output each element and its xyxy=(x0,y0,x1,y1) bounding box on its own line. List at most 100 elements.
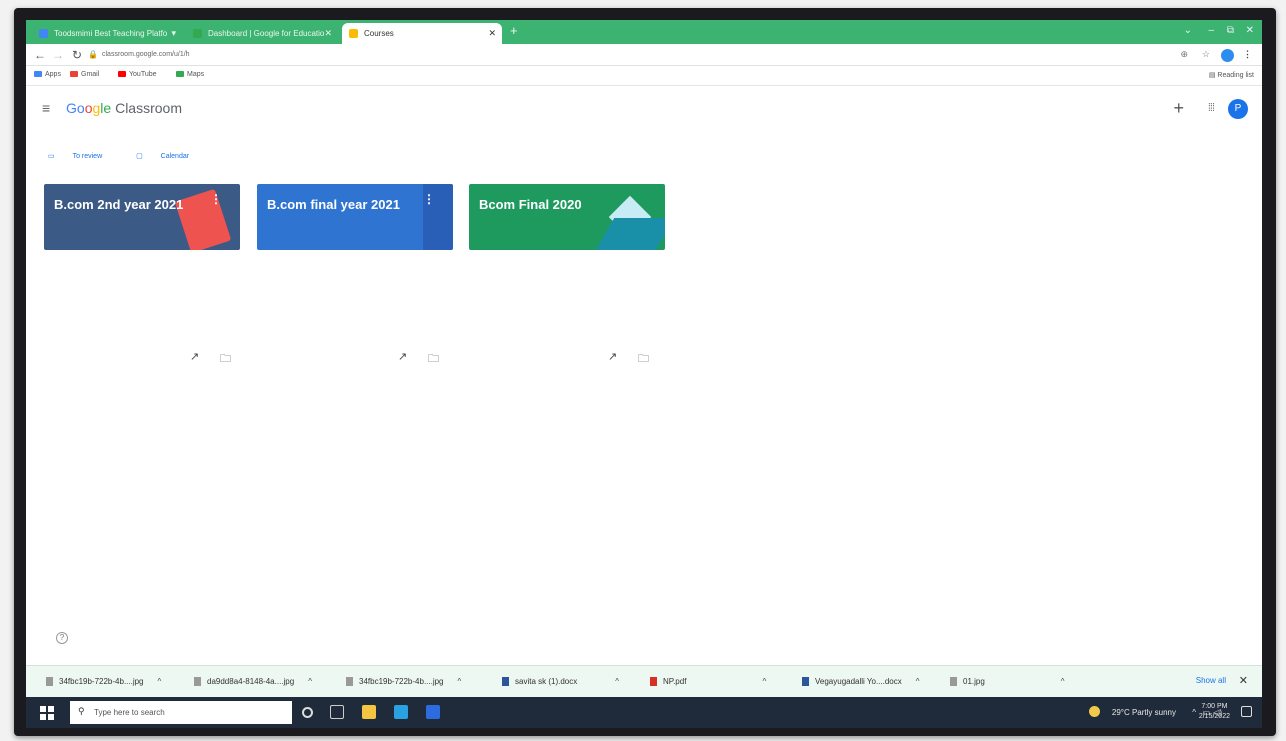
forward-icon[interactable]: → xyxy=(52,48,64,62)
course-card[interactable]: B.com 2nd year 2021 ⋮ xyxy=(44,184,240,250)
word-file-icon xyxy=(802,677,809,687)
logo-part: Go xyxy=(66,100,85,116)
tab-teaching-platform[interactable]: Toodsmimi Best Teaching Platfo ▾ xyxy=(32,23,182,44)
weather-text[interactable]: 29°C Partly sunny xyxy=(1112,708,1176,717)
show-all-button[interactable]: Show all xyxy=(1196,676,1226,685)
chevron-up-icon[interactable]: ^ xyxy=(762,677,766,686)
minimize-icon[interactable]: – xyxy=(1208,25,1214,36)
windows-start-icon[interactable] xyxy=(40,706,54,720)
kebab-menu-icon[interactable]: ⋮ xyxy=(1243,49,1252,60)
bookmark-gmail[interactable]: Gmail xyxy=(70,71,99,78)
download-item[interactable]: savita sk (1).docx ^ xyxy=(502,677,619,687)
download-item[interactable]: Vegayugadalli Yo....docx ^ xyxy=(802,677,920,687)
chevron-up-icon[interactable]: ^ xyxy=(916,677,920,686)
window-close-icon[interactable]: ✕ xyxy=(1246,25,1254,36)
folder-icon[interactable]: 🗀 xyxy=(638,350,649,369)
to-review-link[interactable]: ▭ To review xyxy=(48,153,118,160)
close-downloads-icon[interactable]: ✕ xyxy=(1239,674,1248,687)
create-or-join-class-icon[interactable]: + xyxy=(1173,98,1184,119)
course-title[interactable]: B.com 2nd year 2021 xyxy=(54,197,183,212)
reading-list-label: Reading list xyxy=(1217,72,1254,79)
windows-taskbar: ⚲ Type here to search 29°C Partly sunny … xyxy=(26,697,1262,728)
chevron-up-icon[interactable]: ^ xyxy=(458,677,462,686)
edge-icon[interactable] xyxy=(394,705,408,719)
chevron-up-icon[interactable]: ^ xyxy=(308,677,312,686)
reload-icon[interactable]: ↻ xyxy=(72,48,82,62)
clock-date: 2/15/2022 xyxy=(1198,713,1230,720)
notification-center-icon[interactable] xyxy=(1241,706,1252,717)
course-title[interactable]: B.com final year 2021 xyxy=(267,197,400,212)
file-icon xyxy=(950,677,957,687)
reading-list[interactable]: ▤ Reading list xyxy=(1209,71,1254,79)
your-work-icon[interactable]: ↗ xyxy=(190,350,199,363)
google-apps-icon[interactable]: ⁞⁞⁞ xyxy=(1208,102,1215,114)
download-item[interactable]: 01.jpg ^ xyxy=(950,677,1065,687)
bookmark-youtube[interactable]: YouTube xyxy=(118,71,157,78)
download-item[interactable]: NP.pdf ^ xyxy=(650,677,766,687)
back-icon[interactable]: ← xyxy=(34,48,46,62)
your-work-icon[interactable]: ↗ xyxy=(608,350,617,363)
bookmarks-bar: Apps Gmail YouTube Maps ▤ Reading list xyxy=(26,66,1262,86)
more-options-icon[interactable]: ⋮ xyxy=(210,192,222,206)
restore-icon[interactable]: ⧉ xyxy=(1227,25,1234,36)
card-illustration xyxy=(595,218,665,250)
install-icon[interactable]: ⊕ xyxy=(1180,49,1188,60)
google-classroom-logo[interactable]: Google Classroom xyxy=(66,100,182,116)
taskbar-clock[interactable]: 7:00 PM 2/15/2022 xyxy=(1199,702,1230,722)
bookmark-star-icon[interactable]: ☆ xyxy=(1202,49,1210,60)
calendar-link[interactable]: ▢ Calendar xyxy=(136,153,205,160)
bookmark-apps[interactable]: Apps xyxy=(34,71,61,78)
folder-icon[interactable]: 🗀 xyxy=(428,350,439,369)
avatar[interactable]: P xyxy=(1228,99,1248,119)
course-title[interactable]: Bcom Final 2020 xyxy=(479,197,582,212)
help-icon[interactable]: ? xyxy=(56,632,68,644)
close-icon[interactable]: ✕ xyxy=(324,28,332,39)
screen: Toodsmimi Best Teaching Platfo ▾ Dashboa… xyxy=(26,20,1262,728)
close-icon[interactable]: ✕ xyxy=(488,28,496,39)
download-item[interactable]: 34fbc19b-722b-4b....jpg ^ xyxy=(46,677,162,687)
calendar-icon: ▢ xyxy=(136,153,145,160)
address-url[interactable]: classroom.google.com/u/1/h xyxy=(102,51,190,58)
close-icon[interactable]: ▾ xyxy=(171,28,176,39)
weather-icon[interactable] xyxy=(1089,706,1100,717)
browser-tab-strip: Toodsmimi Best Teaching Platfo ▾ Dashboa… xyxy=(26,20,1262,44)
search-icon: ⚲ xyxy=(78,706,85,716)
taskbar-search-box[interactable]: ⚲ Type here to search xyxy=(70,701,292,724)
chevron-up-icon[interactable]: ^ xyxy=(1061,677,1065,686)
profile-icon[interactable] xyxy=(1221,49,1234,62)
file-explorer-icon[interactable] xyxy=(362,705,376,719)
new-tab-icon[interactable]: + xyxy=(510,23,518,38)
course-card[interactable]: Bcom Final 2020 xyxy=(469,184,665,250)
address-bar-row: ← → ↻ 🔒 classroom.google.com/u/1/h ⊕ ☆ ⋮ xyxy=(26,44,1262,66)
bookmark-maps[interactable]: Maps xyxy=(176,71,204,78)
to-review-label: To review xyxy=(72,153,103,160)
store-icon[interactable] xyxy=(426,705,440,719)
tray-chevron-up-icon[interactable]: ^ xyxy=(1192,708,1196,717)
chevron-up-icon[interactable]: ^ xyxy=(158,677,162,686)
cortana-icon[interactable] xyxy=(302,707,313,718)
main-menu-icon[interactable]: ≡ xyxy=(42,100,50,116)
more-options-icon[interactable]: ⋮ xyxy=(423,192,435,206)
tab-dashboard[interactable]: Dashboard | Google for Educatio ✕ xyxy=(186,23,338,44)
clock-time: 7:00 PM xyxy=(1201,703,1228,710)
file-icon xyxy=(194,677,201,687)
youtube-icon xyxy=(118,71,126,78)
tab-search-icon[interactable]: ⌄ xyxy=(1184,25,1192,36)
download-filename: 34fbc19b-722b-4b....jpg xyxy=(359,677,444,686)
download-filename: savita sk (1).docx xyxy=(515,677,578,686)
folder-icon[interactable]: 🗀 xyxy=(220,350,231,369)
course-card[interactable]: B.com final year 2021 ⋮ xyxy=(257,184,453,250)
download-filename: 01.jpg xyxy=(963,677,985,686)
download-item[interactable]: 34fbc19b-722b-4b....jpg ^ xyxy=(346,677,462,687)
tab-favicon xyxy=(39,29,48,38)
bookmark-label: Apps xyxy=(45,71,61,78)
your-work-icon[interactable]: ↗ xyxy=(398,350,407,363)
download-item[interactable]: da9dd8a4-8148-4a....jpg ^ xyxy=(194,677,312,687)
tab-courses[interactable]: Courses ✕ xyxy=(342,23,502,44)
downloads-bar: 34fbc19b-722b-4b....jpg ^ da9dd8a4-8148-4… xyxy=(26,665,1262,697)
download-filename: da9dd8a4-8148-4a....jpg xyxy=(207,677,295,686)
tab-favicon xyxy=(349,29,358,38)
tab-title: Dashboard | Google for Educatio xyxy=(208,29,325,38)
chevron-up-icon[interactable]: ^ xyxy=(615,677,619,686)
task-view-icon[interactable] xyxy=(330,705,344,719)
